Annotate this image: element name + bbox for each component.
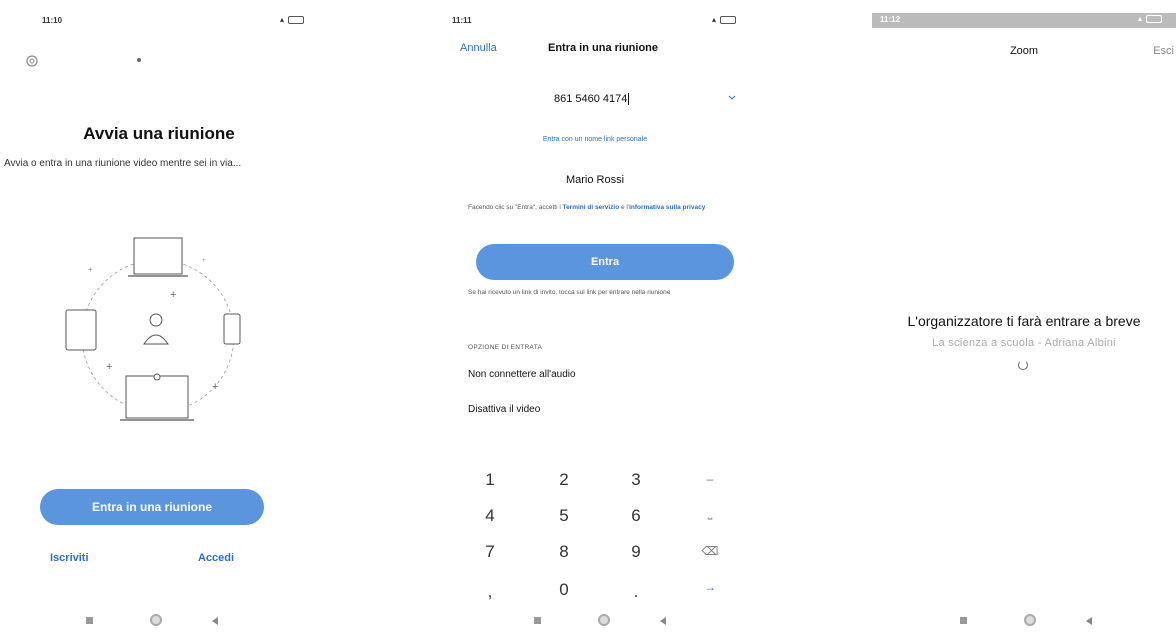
personal-link-name-link[interactable]: Entra con un nome link personale <box>440 136 750 143</box>
join-button[interactable]: Entra <box>476 244 734 280</box>
key-5[interactable]: 5 <box>554 506 574 526</box>
page-indicator-dot <box>137 58 141 62</box>
signup-link[interactable]: Iscriviti <box>50 552 89 564</box>
back-icon[interactable] <box>212 617 218 625</box>
status-bar: 11:12 ▴ <box>872 13 1176 28</box>
space-key-icon[interactable]: ⎵ <box>700 506 720 521</box>
meeting-id-input[interactable]: 861 5460 4174 <box>554 93 630 106</box>
phone-screen-start: 11:10 ▴ Avvia una riunione Avvia o entra… <box>0 0 318 636</box>
back-icon[interactable] <box>660 617 666 625</box>
svg-text:+: + <box>88 265 93 274</box>
waiting-message: L'organizzatore ti farà entrare a breve <box>907 313 1141 329</box>
key-3[interactable]: 3 <box>626 470 646 490</box>
status-bar: 11:11 ▴ <box>452 14 750 28</box>
text-cursor <box>628 93 630 106</box>
gear-icon[interactable] <box>24 53 40 69</box>
svg-text:+: + <box>106 361 112 373</box>
phone-screen-waiting: 11:12 ▴ Zoom Esci L'organizzatore ti far… <box>872 0 1176 636</box>
invite-hint: Se hai ricevuto un link di invito, tocca… <box>468 289 671 296</box>
key-9[interactable]: 9 <box>626 542 646 562</box>
page-subtitle: Avvia o entra in una riunione video ment… <box>4 158 242 169</box>
signal-icon: ▴ <box>711 15 716 24</box>
backspace-icon[interactable]: ⌫ <box>700 544 720 558</box>
terms-text: Facendo clic su "Entra", accetti i Termi… <box>468 203 718 212</box>
join-meeting-button[interactable]: Entra in una riunione <box>40 489 264 525</box>
page-title: Avvia una riunione <box>83 124 235 143</box>
meeting-name: La scienza a scuola - Adriana Albini <box>932 337 1116 349</box>
svg-text:+: + <box>170 289 176 301</box>
meeting-id-value: 861 5460 4174 <box>554 93 628 105</box>
signal-icon: ▴ <box>279 15 284 24</box>
status-icons: ▴ <box>712 15 736 24</box>
option-no-audio[interactable]: Non connettere all'audio <box>468 369 576 380</box>
loading-spinner-icon <box>1018 360 1028 370</box>
recent-apps-icon[interactable] <box>960 617 967 624</box>
status-time: 11:12 <box>880 15 901 24</box>
home-icon[interactable] <box>150 614 162 626</box>
minus-key[interactable]: – <box>700 472 720 486</box>
terms-mid: e l' <box>619 204 630 211</box>
key-comma[interactable]: , <box>480 582 500 602</box>
enter-arrow-icon[interactable]: → <box>700 580 720 594</box>
android-nav-bar <box>86 614 236 628</box>
signal-icon: ▴ <box>1137 14 1142 23</box>
phone-screen-join: 11:11 ▴ Annulla Entra in una riunione 86… <box>440 0 750 636</box>
status-time: 11:11 <box>452 16 472 25</box>
svg-text:+: + <box>202 258 206 264</box>
android-nav-bar <box>534 614 684 628</box>
status-time: 11:10 <box>42 16 63 25</box>
display-name-input[interactable]: Mario Rossi <box>440 174 750 186</box>
key-6[interactable]: 6 <box>626 506 646 526</box>
svg-text:+: + <box>212 381 218 393</box>
status-bar: 11:10 ▴ <box>30 14 318 28</box>
login-link[interactable]: Accedi <box>198 552 234 564</box>
status-icons: ▴ <box>280 15 304 24</box>
terms-prefix: Facendo clic su "Entra", accetti i <box>468 204 563 211</box>
home-icon[interactable] <box>598 614 610 626</box>
status-icons: ▴ <box>1138 14 1162 23</box>
chevron-down-icon[interactable] <box>728 94 736 102</box>
join-options-header: OPZIONE DI ENTRATA <box>468 344 543 351</box>
key-dot[interactable]: . <box>626 582 646 602</box>
cancel-button[interactable]: Annulla <box>460 42 497 54</box>
battery-icon <box>720 15 736 24</box>
key-4[interactable]: 4 <box>480 506 500 526</box>
key-8[interactable]: 8 <box>554 542 574 562</box>
devices-illustration: + + + + + <box>65 237 241 421</box>
page-title: Entra in una riunione <box>548 42 659 54</box>
exit-button[interactable]: Esci <box>1153 45 1174 57</box>
option-video-off[interactable]: Disattiva il video <box>468 404 540 415</box>
recent-apps-icon[interactable] <box>534 617 541 624</box>
key-7[interactable]: 7 <box>480 542 500 562</box>
back-icon[interactable] <box>1086 617 1092 625</box>
battery-icon <box>1146 14 1162 23</box>
recent-apps-icon[interactable] <box>86 617 93 624</box>
battery-icon <box>288 15 304 24</box>
privacy-policy-link[interactable]: informativa sulla privacy <box>629 204 705 211</box>
key-2[interactable]: 2 <box>554 470 574 490</box>
android-nav-bar <box>960 614 1110 628</box>
terms-of-service-link[interactable]: Termini di servizio <box>563 204 620 211</box>
key-1[interactable]: 1 <box>480 470 500 490</box>
home-icon[interactable] <box>1024 614 1036 626</box>
key-0[interactable]: 0 <box>554 580 574 600</box>
page-title: Zoom <box>1009 45 1039 57</box>
